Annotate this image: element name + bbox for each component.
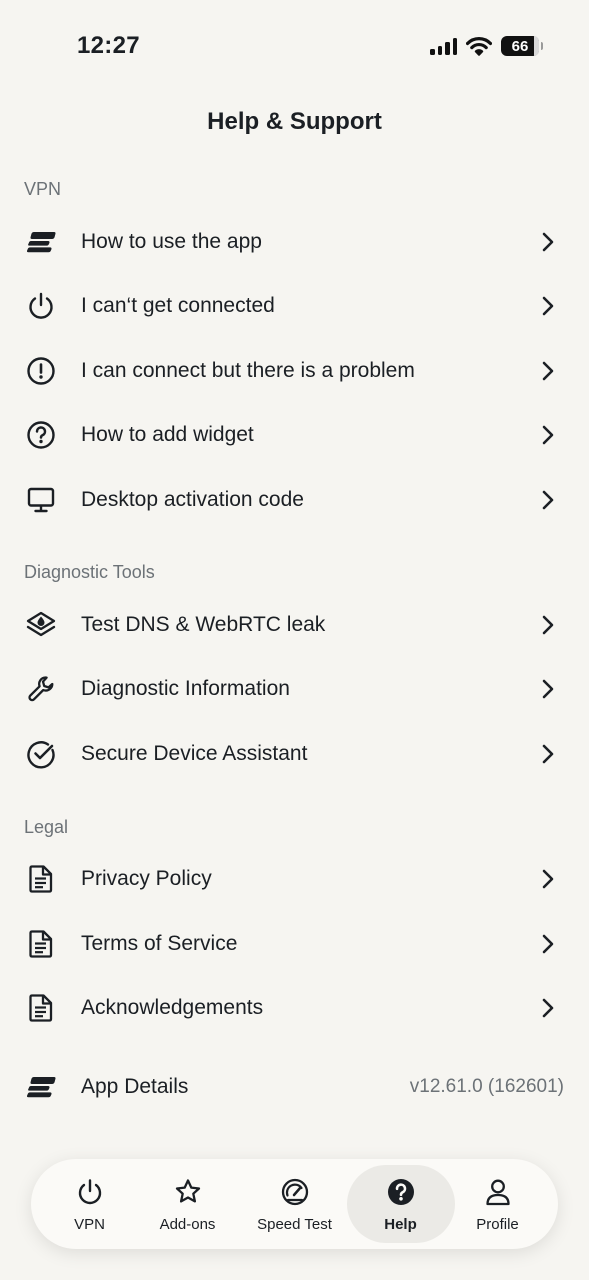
power-icon bbox=[24, 289, 58, 323]
menu-item-privacy-policy[interactable]: Privacy Policy bbox=[0, 847, 589, 911]
star-icon bbox=[175, 1179, 200, 1203]
question-circle-icon bbox=[24, 418, 58, 452]
menu-item-cant-connect[interactable]: I can‘t get connected bbox=[0, 274, 589, 338]
page-title: Help & Support bbox=[207, 108, 382, 135]
cellular-signal-icon bbox=[430, 37, 457, 55]
chevron-right-icon bbox=[542, 232, 554, 252]
tab-add-ons[interactable]: Add-ons bbox=[135, 1159, 240, 1249]
chevron-right-icon bbox=[542, 361, 554, 381]
monitor-icon bbox=[24, 483, 58, 517]
tab-speed-test[interactable]: Speed Test bbox=[242, 1159, 347, 1249]
status-time: 12:27 bbox=[77, 32, 140, 59]
menu-item-label: Secure Device Assistant bbox=[81, 742, 308, 765]
menu-item-terms-of-service[interactable]: Terms of Service bbox=[0, 912, 589, 976]
menu-item-label: Acknowledgements bbox=[81, 996, 264, 1019]
check-circle-icon bbox=[24, 737, 58, 771]
power-icon bbox=[78, 1179, 101, 1205]
menu-item-label: I can connect but there is a problem bbox=[81, 359, 415, 382]
battery-icon: 66 bbox=[501, 36, 543, 56]
help-support-screen: 12:27 66 Help & Support VPN How to use t… bbox=[0, 0, 589, 1280]
section-title-vpn: VPN bbox=[24, 179, 62, 199]
menu-item-add-widget[interactable]: How to add widget bbox=[0, 403, 589, 467]
chevron-right-icon bbox=[542, 490, 554, 510]
menu-item-label: Desktop activation code bbox=[81, 488, 304, 511]
menu-item-acknowledgements[interactable]: Acknowledgements bbox=[0, 976, 589, 1040]
chevron-right-icon bbox=[542, 425, 554, 445]
chevron-right-icon bbox=[542, 615, 554, 635]
expressvpn-logo-icon bbox=[24, 225, 58, 259]
question-filled-icon bbox=[387, 1179, 414, 1205]
exclamation-circle-icon bbox=[24, 354, 58, 388]
menu-item-label: Diagnostic Information bbox=[81, 677, 290, 700]
layers-droplet-icon bbox=[24, 608, 58, 642]
menu-item-label: Privacy Policy bbox=[81, 867, 212, 890]
tab-label: VPN bbox=[74, 1216, 105, 1233]
document-icon bbox=[24, 927, 58, 961]
menu-item-connection-problem[interactable]: I can connect but there is a problem bbox=[0, 339, 589, 403]
menu-item-label: How to use the app bbox=[81, 230, 262, 253]
menu-item-label: Terms of Service bbox=[81, 932, 238, 955]
menu-item-secure-device-assistant[interactable]: Secure Device Assistant bbox=[0, 722, 589, 786]
app-details-row: App Details v12.61.0 (162601) bbox=[0, 1055, 589, 1119]
section-title-diagnostic-tools: Diagnostic Tools bbox=[24, 562, 155, 582]
tab-label: Help bbox=[384, 1216, 417, 1233]
tab-vpn[interactable]: VPN bbox=[37, 1159, 142, 1249]
tab-label: Profile bbox=[476, 1216, 519, 1233]
speedometer-icon bbox=[281, 1178, 308, 1206]
chevron-right-icon bbox=[542, 998, 554, 1018]
menu-item-dns-leak-test[interactable]: Test DNS & WebRTC leak bbox=[0, 593, 589, 657]
menu-item-label: I can‘t get connected bbox=[81, 294, 275, 317]
menu-item-how-to-use[interactable]: How to use the app bbox=[0, 210, 589, 274]
battery-level: 66 bbox=[511, 37, 529, 55]
menu-item-label: How to add widget bbox=[81, 423, 254, 446]
wifi-icon bbox=[466, 36, 492, 56]
tab-label: Speed Test bbox=[257, 1216, 332, 1233]
wrench-icon bbox=[24, 672, 58, 706]
menu-item-diagnostic-info[interactable]: Diagnostic Information bbox=[0, 657, 589, 721]
tab-help[interactable]: Help bbox=[348, 1159, 453, 1249]
chevron-right-icon bbox=[542, 869, 554, 889]
person-icon bbox=[485, 1179, 510, 1206]
bottom-tab-bar: VPN Add-ons Speed Test Help Profile bbox=[31, 1159, 558, 1249]
tab-profile[interactable]: Profile bbox=[445, 1159, 550, 1249]
chevron-right-icon bbox=[542, 744, 554, 764]
menu-item-desktop-activation[interactable]: Desktop activation code bbox=[0, 468, 589, 532]
chevron-right-icon bbox=[542, 296, 554, 316]
section-title-legal: Legal bbox=[24, 817, 69, 837]
app-details-label: App Details bbox=[81, 1075, 189, 1098]
tab-label: Add-ons bbox=[159, 1216, 216, 1233]
chevron-right-icon bbox=[542, 934, 554, 954]
menu-item-label: Test DNS & WebRTC leak bbox=[81, 613, 326, 636]
document-icon bbox=[24, 862, 58, 896]
app-version: v12.61.0 (162601) bbox=[409, 1076, 564, 1097]
expressvpn-logo-icon bbox=[24, 1070, 58, 1104]
chevron-right-icon bbox=[542, 679, 554, 699]
status-icons: 66 bbox=[430, 36, 543, 56]
document-icon bbox=[24, 991, 58, 1025]
